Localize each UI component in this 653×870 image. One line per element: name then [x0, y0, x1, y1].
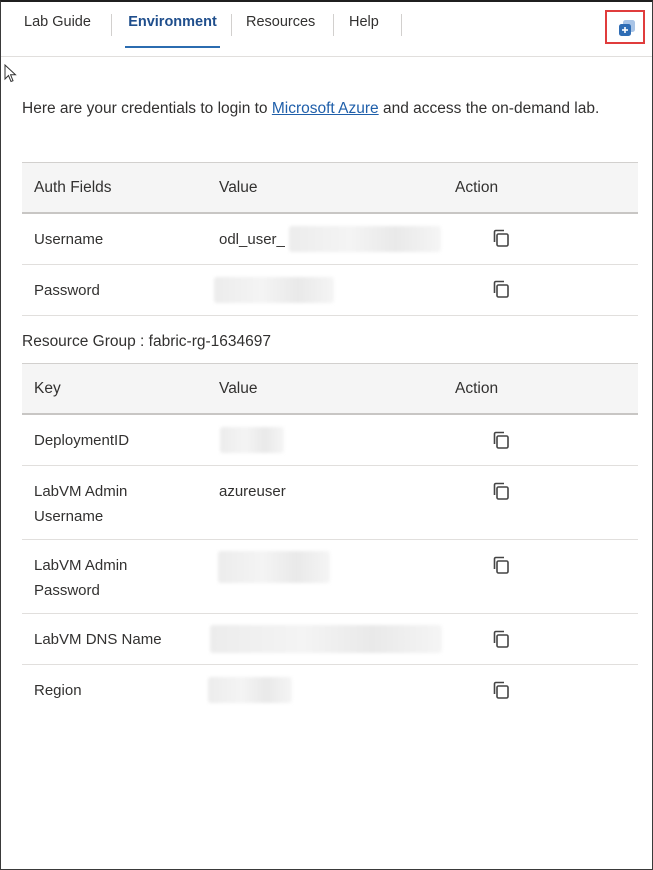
copy-icon[interactable] — [491, 228, 511, 248]
column-header-action: Action — [455, 179, 499, 196]
tab-environment[interactable]: Environment — [125, 2, 220, 48]
tab-environment-label: Environment — [128, 14, 217, 30]
popout-window-icon — [619, 20, 635, 36]
rg-table-header: Key Value Action — [22, 364, 638, 415]
table-row: Region — [22, 665, 638, 715]
mouse-cursor-icon — [4, 64, 17, 83]
auth-table-header: Auth Fields Value Action — [22, 163, 638, 214]
tab-divider — [333, 14, 334, 36]
table-row: DeploymentID — [22, 415, 638, 466]
admin-username-value: azureuser — [219, 483, 286, 500]
tab-help[interactable]: Help — [349, 2, 379, 48]
field-name: DeploymentID — [34, 432, 130, 449]
active-tab-indicator — [125, 46, 220, 48]
tab-help-label: Help — [349, 14, 379, 30]
column-header-auth-fields: Auth Fields — [34, 179, 112, 196]
table-row: LabVM DNS Name — [22, 614, 638, 665]
copy-icon[interactable] — [491, 279, 511, 299]
auth-table: Auth Fields Value Action Username odl_us… — [22, 162, 638, 316]
copy-icon[interactable] — [491, 555, 511, 575]
tab-resources[interactable]: Resources — [246, 2, 315, 48]
copy-icon[interactable] — [491, 680, 511, 700]
table-row: Password — [22, 265, 638, 316]
redacted-value — [208, 677, 292, 703]
redacted-value — [214, 277, 334, 303]
column-header-value: Value — [219, 380, 258, 397]
tab-divider — [111, 14, 112, 36]
tab-lab-guide-label: Lab Guide — [24, 14, 91, 30]
copy-icon[interactable] — [491, 629, 511, 649]
intro-text-before: Here are your credentials to login to — [22, 100, 272, 117]
resource-group-title: Resource Group : fabric-rg-1634697 — [22, 333, 271, 350]
tab-bar: Lab Guide Environment Resources Help — [1, 2, 652, 57]
field-name: Password — [34, 282, 100, 299]
resource-group-table: Key Value Action DeploymentID LabVM Admi… — [22, 363, 638, 715]
field-name: Username — [34, 231, 104, 248]
redacted-value — [218, 551, 330, 583]
redacted-value — [220, 427, 284, 453]
column-header-key: Key — [34, 380, 61, 397]
copy-icon[interactable] — [491, 481, 511, 501]
table-row: LabVM Admin Username azureuser — [22, 466, 638, 540]
column-header-action: Action — [455, 380, 499, 397]
field-name: LabVM Admin Password — [34, 557, 128, 599]
popout-button[interactable] — [605, 10, 645, 44]
field-name: LabVM DNS Name — [34, 631, 162, 648]
microsoft-azure-link[interactable]: Microsoft Azure — [272, 100, 379, 117]
redacted-value — [210, 625, 442, 653]
field-name: LabVM Admin Username — [34, 483, 128, 525]
intro-text-after: and access the on-demand lab. — [378, 100, 600, 117]
tab-lab-guide[interactable]: Lab Guide — [24, 2, 91, 48]
copy-icon[interactable] — [491, 430, 511, 450]
intro-text: Here are your credentials to login to Mi… — [22, 100, 599, 118]
table-row: LabVM Admin Password — [22, 540, 638, 614]
redacted-value — [289, 226, 441, 252]
tab-resources-label: Resources — [246, 14, 316, 30]
field-name: Region — [34, 682, 82, 699]
column-header-value: Value — [219, 179, 258, 196]
username-value: odl_user_ — [219, 231, 285, 248]
table-row: Username odl_user_ — [22, 214, 638, 265]
tab-divider — [231, 14, 232, 36]
tab-divider — [401, 14, 402, 36]
